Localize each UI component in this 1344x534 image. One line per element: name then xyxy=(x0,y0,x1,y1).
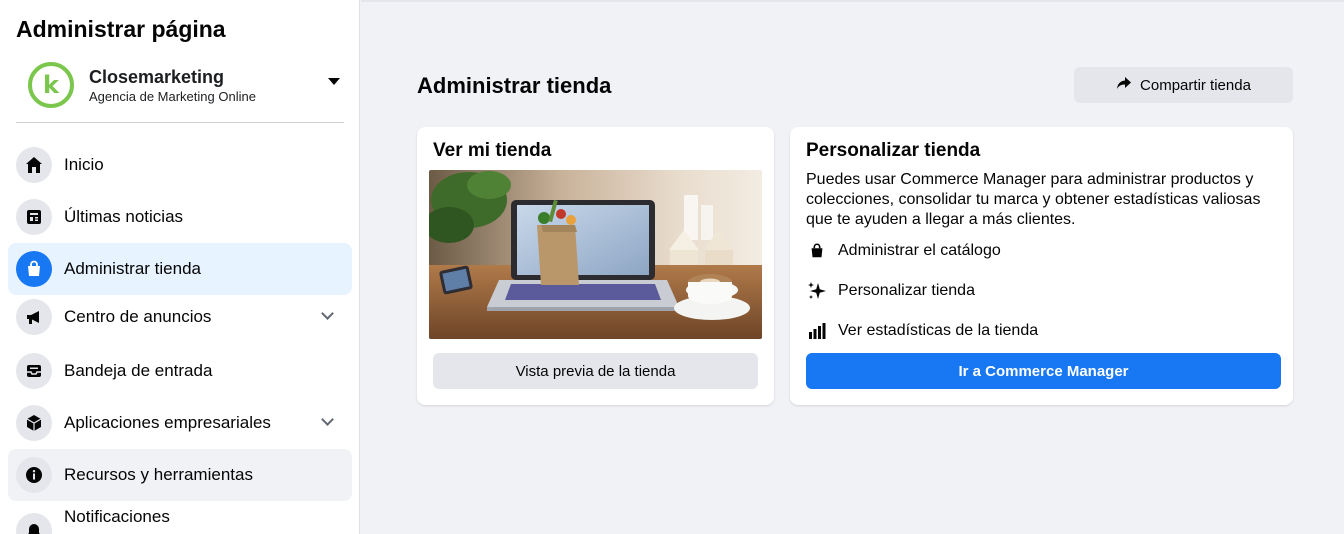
sidebar-divider xyxy=(16,122,344,123)
sidebar-item-ultimas-noticias[interactable]: Últimas noticias xyxy=(8,191,352,243)
sidebar-item-label: Bandeja de entrada xyxy=(64,361,213,380)
sidebar-item-label: Recursos y herramientas xyxy=(64,465,253,484)
sidebar-item-aplicaciones-empresariales[interactable]: Aplicaciones empresariales xyxy=(8,397,352,449)
info-icon xyxy=(16,457,52,493)
page-subtitle: Agencia de Marketing Online xyxy=(89,88,256,104)
sidebar-item-label: Centro de anuncios xyxy=(64,307,212,326)
home-icon xyxy=(16,147,52,183)
sidebar-item-inicio[interactable]: Inicio xyxy=(8,139,352,191)
chevron-down-icon[interactable] xyxy=(321,413,334,426)
sidebar-item-label: Aplicaciones empresariales xyxy=(64,413,271,432)
sidebar-item-label: Inicio xyxy=(64,155,104,174)
bar-chart-icon xyxy=(806,320,828,342)
sidebar-item-notificaciones[interactable]: Notificaciones xyxy=(8,501,352,534)
shop-preview-button[interactable]: Vista previa de la tienda xyxy=(433,353,758,389)
news-feed-icon xyxy=(16,199,52,235)
page-logo: k xyxy=(28,62,74,108)
sidebar-item-centro-de-anuncios[interactable]: Centro de anuncios xyxy=(8,295,352,339)
view-shop-title: Ver mi tienda xyxy=(433,140,552,161)
sidebar-item-label: Últimas noticias xyxy=(64,207,184,226)
view-shop-card: Ver mi tienda Vista previa de la tienda xyxy=(417,127,774,405)
inbox-icon xyxy=(16,353,52,389)
bell-icon xyxy=(16,513,52,534)
megaphone-icon xyxy=(16,299,52,335)
commerce-manager-button[interactable]: Ir a Commerce Manager xyxy=(806,353,1281,389)
page-logo-letter: k xyxy=(43,71,59,99)
shop-preview-image xyxy=(429,170,762,339)
feature-customize-shop: Personalizar tienda xyxy=(806,280,975,302)
feature-label: Personalizar tienda xyxy=(838,282,975,299)
sidebar-title: Administrar página xyxy=(16,16,226,42)
page-name: Closemarketing xyxy=(89,66,225,87)
shopping-bag-icon xyxy=(16,251,52,287)
top-divider xyxy=(361,0,1344,2)
feature-label: Administrar el catálogo xyxy=(838,242,1001,259)
customize-shop-title: Personalizar tienda xyxy=(806,140,981,161)
feature-label: Ver estadísticas de la tienda xyxy=(838,322,1039,339)
page-title: Administrar tienda xyxy=(417,73,612,98)
sidebar-item-administrar-tienda[interactable]: Administrar tienda xyxy=(8,243,352,295)
box-icon xyxy=(16,405,52,441)
sidebar-item-bandeja-de-entrada[interactable]: Bandeja de entrada xyxy=(8,345,352,397)
share-shop-button[interactable]: Compartir tienda xyxy=(1074,67,1293,103)
share-shop-label: Compartir tienda xyxy=(1140,76,1251,94)
share-icon xyxy=(1116,75,1132,95)
page-switcher[interactable]: k Closemarketing Agencia de Marketing On… xyxy=(16,56,344,114)
customize-shop-card: Personalizar tienda Puedes usar Commerce… xyxy=(790,127,1293,405)
chevron-down-icon[interactable] xyxy=(321,307,334,320)
shopping-bag-icon xyxy=(806,240,828,262)
caret-down-icon[interactable] xyxy=(328,78,340,85)
sidebar-item-label: Administrar tienda xyxy=(64,259,202,278)
sidebar: Administrar página k Closemarketing Agen… xyxy=(0,0,360,534)
sidebar-item-recursos-y-herramientas[interactable]: Recursos y herramientas xyxy=(8,449,352,501)
main-content: Administrar tienda Compartir tienda Ver … xyxy=(361,0,1344,534)
customize-shop-description: Puedes usar Commerce Manager para admini… xyxy=(806,171,1261,228)
feature-manage-catalog: Administrar el catálogo xyxy=(806,240,1001,262)
sidebar-item-label: Notificaciones xyxy=(64,507,170,526)
feature-shop-insights: Ver estadísticas de la tienda xyxy=(806,320,1038,342)
sparkle-icon xyxy=(806,280,828,302)
sidebar-nav: Inicio Últimas noticias Administrar tien… xyxy=(8,139,352,534)
